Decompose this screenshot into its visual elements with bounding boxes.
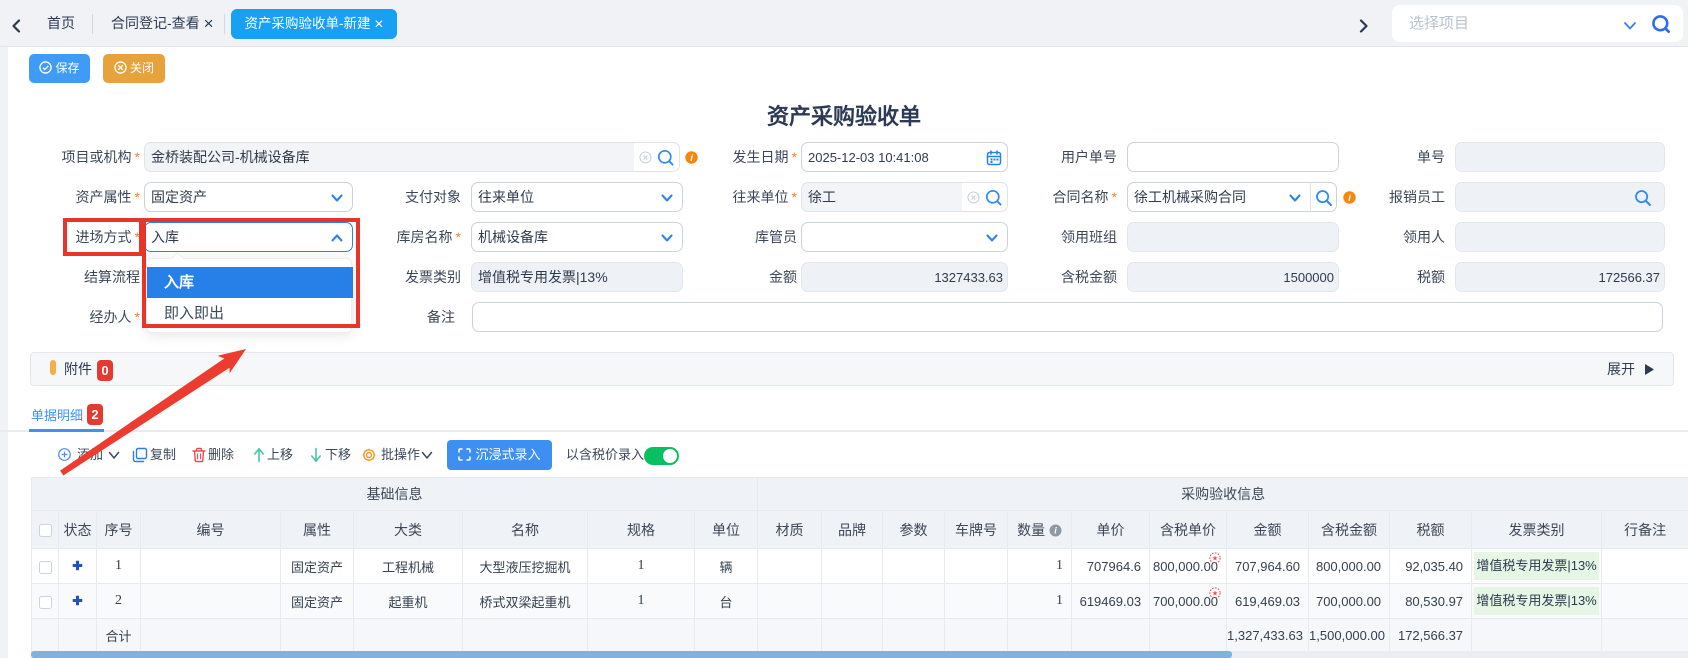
svg-text:i: i [1348,193,1351,203]
svg-text:★: ★ [1212,590,1218,598]
svg-text:i: i [690,153,693,163]
svg-text:★: ★ [1212,555,1218,563]
